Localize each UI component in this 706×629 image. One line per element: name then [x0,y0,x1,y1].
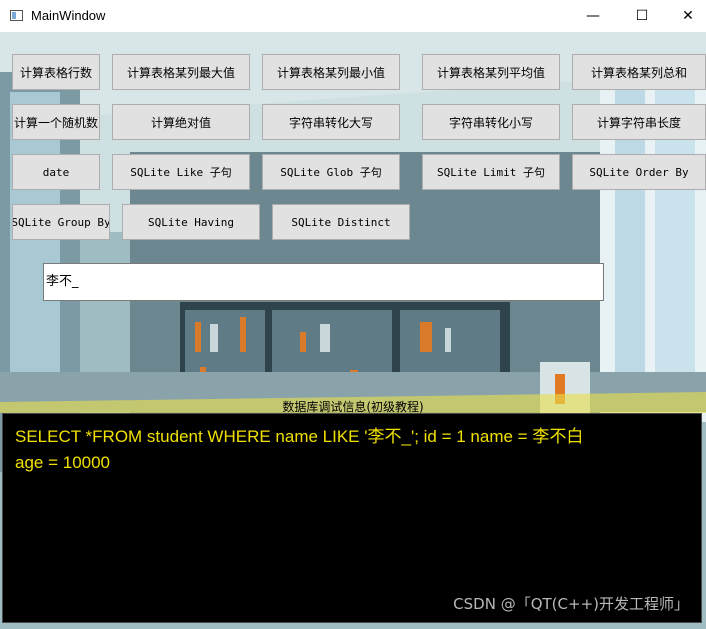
title-bar: MainWindow — ☐ ✕ [0,0,706,32]
window-title: MainWindow [31,8,106,23]
sqlite-limit-button[interactable]: SQLite Limit 子句 [422,154,560,190]
absolute-value-button[interactable]: 计算绝对值 [112,104,250,140]
console-title: 数据库调试信息(初级教程) [282,400,424,414]
string-length-button[interactable]: 计算字符串长度 [572,104,706,140]
console-output: SELECT *FROM student WHERE name LIKE '李不… [15,424,685,476]
close-icon[interactable]: ✕ [665,0,706,32]
query-input[interactable]: 李不_ [43,263,604,301]
minimize-icon[interactable]: — [570,0,616,32]
console-line: age = 10000 [15,453,111,472]
lowercase-button[interactable]: 字符串转化小写 [422,104,560,140]
column-sum-button[interactable]: 计算表格某列总和 [572,54,706,90]
window-icon [10,10,23,21]
random-number-button[interactable]: 计算一个随机数 [12,104,100,140]
column-max-button[interactable]: 计算表格某列最大值 [112,54,250,90]
date-button[interactable]: date [12,154,100,190]
sqlite-having-button[interactable]: SQLite Having [122,204,260,240]
column-min-button[interactable]: 计算表格某列最小值 [262,54,400,90]
debug-console[interactable]: SELECT *FROM student WHERE name LIKE '李不… [2,413,702,623]
watermark: CSDN @「QT(C++)开发工程师」 [453,595,689,613]
sqlite-order-by-button[interactable]: SQLite Order By [572,154,706,190]
sqlite-group-by-button[interactable]: SQLite Group By [12,204,110,240]
sqlite-glob-button[interactable]: SQLite Glob 子句 [262,154,400,190]
console-line: SELECT *FROM student WHERE name LIKE '李不… [15,427,584,446]
count-rows-button[interactable]: 计算表格行数 [12,54,100,90]
uppercase-button[interactable]: 字符串转化大写 [262,104,400,140]
column-avg-button[interactable]: 计算表格某列平均值 [422,54,560,90]
sqlite-like-button[interactable]: SQLite Like 子句 [112,154,250,190]
maximize-icon[interactable]: ☐ [619,0,665,32]
sqlite-distinct-button[interactable]: SQLite Distinct [272,204,410,240]
